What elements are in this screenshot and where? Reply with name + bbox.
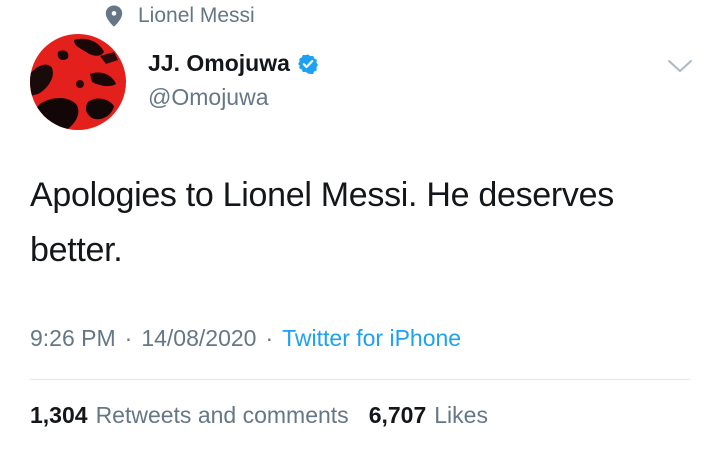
tweet-stats: 1,304 Retweets and comments 6,707 Likes xyxy=(30,402,488,429)
likes-count: 6,707 xyxy=(368,402,427,428)
retweets-count: 1,304 xyxy=(30,402,88,428)
author-display-name[interactable]: JJ. Omojuwa xyxy=(148,50,290,77)
likes-stat[interactable]: 6,707 Likes xyxy=(369,402,488,429)
author-name-row[interactable]: JJ. Omojuwa xyxy=(148,50,319,77)
meta-separator: · xyxy=(265,325,274,351)
meta-separator: · xyxy=(124,325,133,351)
retweets-label: Retweets and comments xyxy=(95,402,349,428)
likes-label: Likes xyxy=(434,402,488,428)
profile-avatar[interactable] xyxy=(30,34,126,130)
retweets-stat[interactable]: 1,304 Retweets and comments xyxy=(30,402,349,429)
tweet-text: Apologies to Lionel Messi. He deserves b… xyxy=(30,176,614,269)
tweet-time: 9:26 PM xyxy=(30,325,116,351)
chevron-down-icon[interactable] xyxy=(667,58,693,74)
verified-badge-icon xyxy=(297,53,319,75)
divider xyxy=(30,379,690,380)
tweet-meta: 9:26 PM · 14/08/2020 · Twitter for iPhon… xyxy=(30,325,461,352)
location-pin-icon xyxy=(104,4,124,28)
tweet-source-link[interactable]: Twitter for iPhone xyxy=(282,325,461,352)
context-label[interactable]: Lionel Messi xyxy=(138,4,255,28)
tweet-context: Lionel Messi xyxy=(104,2,255,30)
tweet-date: 14/08/2020 xyxy=(141,325,257,351)
author-handle[interactable]: @Omojuwa xyxy=(148,84,269,111)
